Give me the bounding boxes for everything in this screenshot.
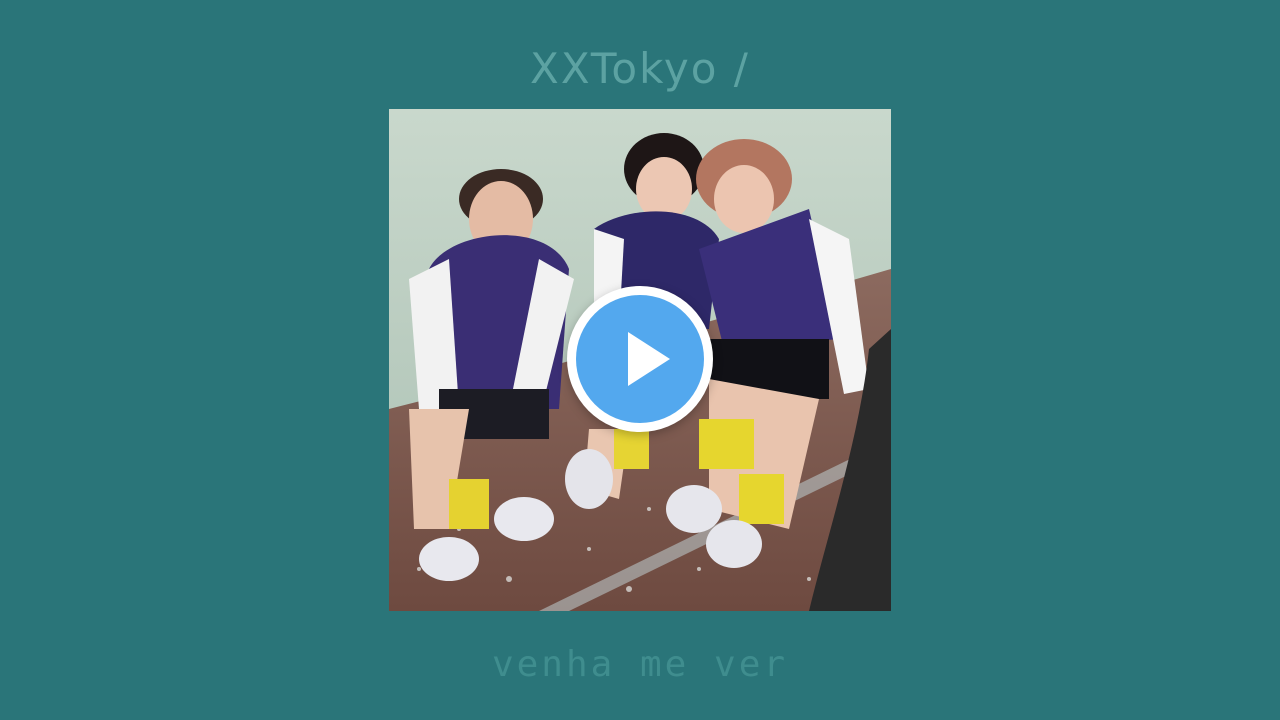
- play-icon: [628, 332, 670, 386]
- play-button-circle: [576, 295, 704, 423]
- page-title: XXTokyo /: [530, 44, 750, 93]
- play-button[interactable]: [567, 286, 713, 432]
- song-subtitle: venha me ver: [491, 644, 789, 685]
- video-thumbnail[interactable]: XXTokyo / venha me ver: [0, 0, 1280, 720]
